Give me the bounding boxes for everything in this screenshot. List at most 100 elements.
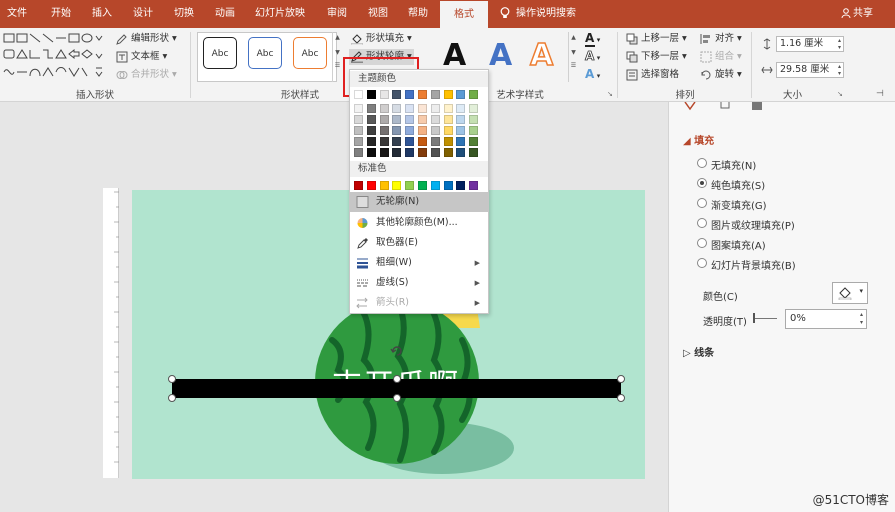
color-swatch[interactable] xyxy=(430,148,440,157)
resize-handle[interactable] xyxy=(168,394,176,402)
transparency-slider-thumb[interactable] xyxy=(753,313,755,323)
radio-button[interactable] xyxy=(697,178,707,188)
color-swatch[interactable] xyxy=(469,104,479,113)
color-swatch[interactable] xyxy=(430,115,440,124)
tab-3[interactable]: 设计 xyxy=(126,0,160,28)
outline-menu-item[interactable]: 虚线(S) ▶ xyxy=(350,273,488,293)
effects-icon[interactable] xyxy=(719,102,731,112)
color-swatch[interactable] xyxy=(405,148,415,157)
color-swatch[interactable] xyxy=(366,137,376,146)
color-swatch[interactable] xyxy=(379,126,389,135)
color-swatch[interactable] xyxy=(354,104,363,113)
fill-color-picker[interactable]: ▾ xyxy=(832,282,868,304)
shape-style-preset-orange[interactable]: Abc xyxy=(293,37,327,69)
wordart-gallery-scroll[interactable]: ▲ ▼ ☰ xyxy=(568,32,578,82)
color-swatch[interactable] xyxy=(366,181,376,190)
color-swatch[interactable] xyxy=(392,148,402,157)
color-swatch[interactable] xyxy=(405,104,415,113)
align-button[interactable]: 对齐 ▾ xyxy=(700,31,742,47)
tab-5[interactable]: 动画 xyxy=(208,0,242,28)
color-swatch[interactable] xyxy=(392,115,402,124)
tab-4[interactable]: 切换 xyxy=(167,0,201,28)
rotate-button[interactable]: 旋转 ▾ xyxy=(700,67,742,83)
color-swatch[interactable] xyxy=(456,148,466,157)
send-backward-button[interactable]: 下移一层 ▾ xyxy=(626,49,687,65)
size-dialog-launcher[interactable]: ↘ xyxy=(837,90,843,98)
fill-section-toggle[interactable]: ◢ 填充 xyxy=(683,132,714,147)
color-swatch[interactable] xyxy=(379,90,389,99)
outline-menu-item[interactable]: 取色器(E) xyxy=(350,233,488,253)
color-swatch[interactable] xyxy=(418,181,427,190)
color-swatch[interactable] xyxy=(443,90,453,99)
color-swatch[interactable] xyxy=(354,137,363,146)
color-swatch[interactable] xyxy=(469,148,479,157)
wordart-preset-black[interactable]: A xyxy=(443,38,466,73)
pin-icon[interactable]: ⊣ xyxy=(876,89,884,99)
transparency-slider[interactable] xyxy=(753,318,777,319)
color-swatch[interactable] xyxy=(456,104,466,113)
color-swatch[interactable] xyxy=(456,181,466,190)
color-swatch[interactable] xyxy=(456,126,466,135)
radio-button[interactable] xyxy=(697,218,707,228)
color-swatch[interactable] xyxy=(418,137,427,146)
radio-button[interactable] xyxy=(697,198,707,208)
shapes-gallery[interactable] xyxy=(3,32,111,82)
color-swatch[interactable] xyxy=(469,90,479,99)
radio-button[interactable] xyxy=(697,158,707,168)
color-swatch[interactable] xyxy=(405,90,415,99)
tab-2[interactable]: 插入 xyxy=(85,0,119,28)
color-swatch[interactable] xyxy=(354,115,363,124)
color-swatch[interactable] xyxy=(379,115,389,124)
resize-handle[interactable] xyxy=(393,375,401,383)
text-effects-button[interactable]: A ▾ xyxy=(585,67,600,81)
text-outline-button[interactable]: A ▾ xyxy=(585,49,601,64)
color-swatch[interactable] xyxy=(443,148,453,157)
resize-handle[interactable] xyxy=(168,375,176,383)
color-swatch[interactable] xyxy=(443,104,453,113)
color-swatch[interactable] xyxy=(456,137,466,146)
color-swatch[interactable] xyxy=(366,90,376,99)
merge-shapes-button[interactable]: 合并形状 ▾ xyxy=(116,67,177,83)
color-swatch[interactable] xyxy=(392,126,402,135)
color-swatch[interactable] xyxy=(469,181,479,190)
wordart-preset-orange-outline[interactable]: A xyxy=(529,37,554,74)
color-swatch[interactable] xyxy=(469,137,479,146)
radio-button[interactable] xyxy=(697,238,707,248)
color-swatch[interactable] xyxy=(379,137,389,146)
color-swatch[interactable] xyxy=(392,90,402,99)
color-swatch[interactable] xyxy=(430,126,440,135)
color-swatch[interactable] xyxy=(354,90,363,99)
outline-menu-item[interactable]: 粗细(W) ▶ xyxy=(350,253,488,273)
color-swatch[interactable] xyxy=(418,104,427,113)
color-swatch[interactable] xyxy=(405,115,415,124)
resize-handle[interactable] xyxy=(617,375,625,383)
fill-line-icon[interactable] xyxy=(683,102,697,112)
outline-menu-item[interactable]: 其他轮廓颜色(M)... xyxy=(350,213,488,233)
color-swatch[interactable] xyxy=(430,137,440,146)
shape-fill-button[interactable]: 形状填充 ▾ xyxy=(351,31,412,47)
color-swatch[interactable] xyxy=(354,148,363,157)
color-swatch[interactable] xyxy=(469,115,479,124)
color-swatch[interactable] xyxy=(405,137,415,146)
tab-10[interactable]: 格式 xyxy=(440,0,488,28)
color-swatch[interactable] xyxy=(405,126,415,135)
color-swatch[interactable] xyxy=(443,115,453,124)
color-swatch[interactable] xyxy=(443,126,453,135)
color-swatch[interactable] xyxy=(392,137,402,146)
color-swatch[interactable] xyxy=(443,181,453,190)
tab-1[interactable]: 开始 xyxy=(44,0,78,28)
edit-shape-button[interactable]: 编辑形状 ▾ xyxy=(116,31,177,47)
resize-handle[interactable] xyxy=(617,394,625,402)
share-button[interactable]: 共享 xyxy=(841,0,873,28)
color-swatch[interactable] xyxy=(430,90,440,99)
wordart-dialog-launcher[interactable]: ↘ xyxy=(607,90,613,98)
tell-me-search[interactable]: 操作说明搜索 xyxy=(500,0,576,28)
shape-style-preset-black[interactable]: Abc xyxy=(203,37,237,69)
group-button[interactable]: 组合 ▾ xyxy=(700,49,742,65)
color-swatch[interactable] xyxy=(379,181,389,190)
tab-7[interactable]: 审阅 xyxy=(320,0,354,28)
color-swatch[interactable] xyxy=(469,126,479,135)
text-fill-button[interactable]: A ▾ xyxy=(585,31,600,47)
transparency-field[interactable]: 0% ▴ ▾ xyxy=(785,309,867,329)
color-swatch[interactable] xyxy=(366,148,376,157)
